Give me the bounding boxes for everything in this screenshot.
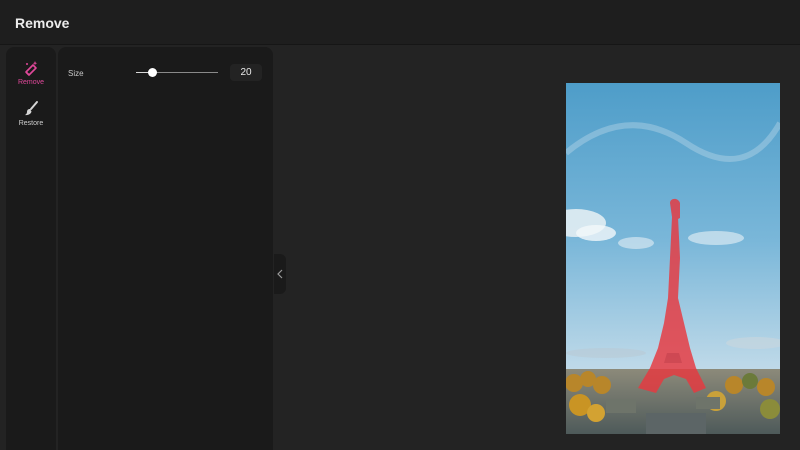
canvas-image[interactable] <box>566 83 780 434</box>
restore-tool-label: Restore <box>18 120 44 127</box>
magic-eraser-icon <box>25 61 38 76</box>
remove-tool-label: Remove <box>17 79 45 86</box>
brush-settings-panel: Size 20 <box>58 47 273 450</box>
chevron-left-icon <box>277 269 283 279</box>
size-slider-thumb[interactable] <box>148 68 158 77</box>
collapse-panel-button[interactable] <box>274 254 286 294</box>
remove-tool-button[interactable]: Remove <box>6 57 56 93</box>
brush-icon <box>25 101 38 116</box>
size-value-input[interactable]: 20 <box>230 64 262 81</box>
eiffel-tower-photo <box>566 83 780 434</box>
tool-rail: Remove Restore <box>6 47 56 450</box>
restore-tool-button[interactable]: Restore <box>6 98 56 134</box>
page-title: Remove <box>15 15 70 31</box>
top-bar: Remove <box>0 0 800 45</box>
size-slider[interactable] <box>136 67 218 79</box>
size-label: Size <box>68 69 84 78</box>
